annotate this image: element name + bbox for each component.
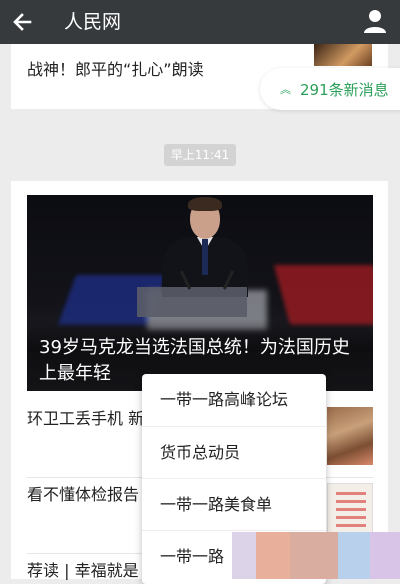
page-title: 人民网 (64, 11, 122, 33)
list-item-thumbnail (327, 407, 373, 465)
mosaic-overlay (232, 532, 400, 579)
hero-image-detail (137, 287, 247, 317)
arrow-left-icon (13, 13, 32, 31)
hero-image-detail (273, 265, 373, 325)
back-button[interactable] (8, 7, 38, 37)
menu-item-belt-road-forum[interactable]: 一带一路高峰论坛 (142, 374, 326, 426)
hero-article[interactable]: 39岁马克龙当选法国总统！为法国历史上最年轻 (27, 195, 373, 391)
person-icon (364, 10, 386, 33)
mosaic-block (232, 532, 256, 579)
top-bar: 人民网 (0, 0, 400, 44)
mosaic-block (290, 532, 338, 579)
double-chevron-up-icon: ︽ (280, 83, 291, 96)
menu-item-belt-road-food[interactable]: 一带一路美食单 (142, 478, 326, 530)
mosaic-block (370, 532, 400, 579)
hero-image-detail (188, 197, 222, 211)
profile-button[interactable] (360, 6, 390, 36)
article-headline[interactable]: 战神！郎平的“扎心”朗读 (27, 56, 204, 80)
new-messages-label: 291条新消息 (300, 81, 389, 99)
new-messages-button[interactable]: ︽ 291条新消息 (260, 68, 400, 110)
menu-item-currency[interactable]: 货币总动员 (142, 426, 326, 478)
article-thumbnail (314, 44, 372, 66)
mosaic-block (338, 532, 370, 579)
mosaic-block (256, 532, 290, 579)
timestamp-chip: 早上11:41 (164, 144, 236, 166)
hero-image-detail (202, 239, 208, 275)
